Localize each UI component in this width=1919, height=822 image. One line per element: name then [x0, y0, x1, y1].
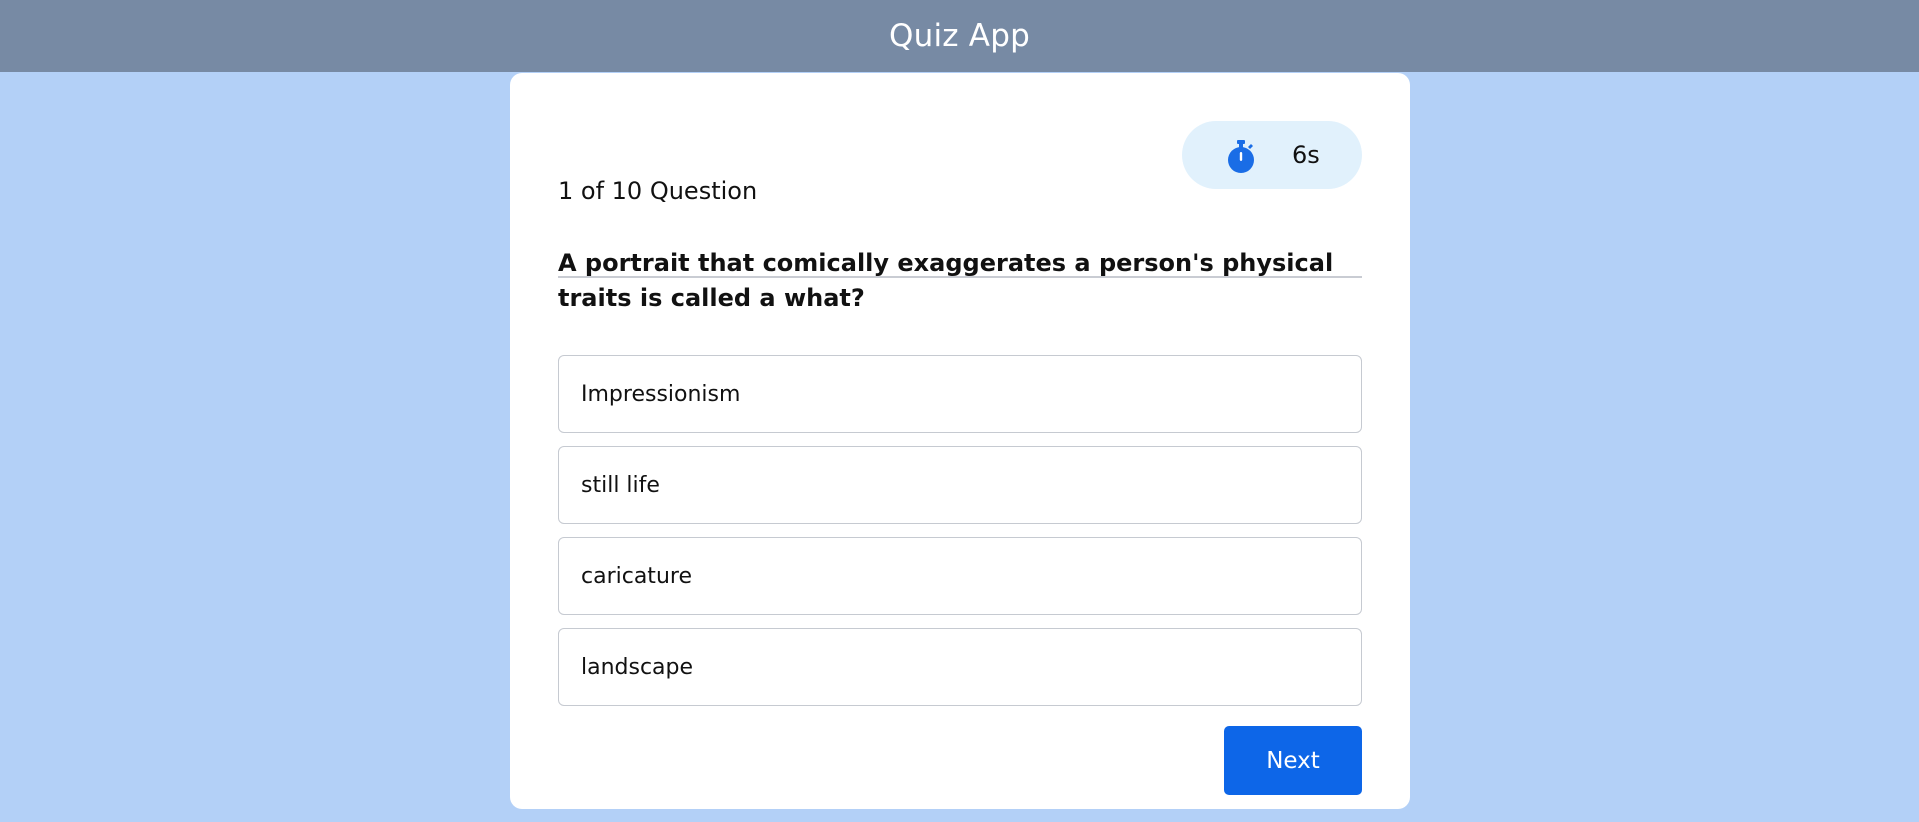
stopwatch-icon	[1228, 140, 1254, 173]
answer-option-still-life[interactable]: still life	[558, 446, 1362, 524]
app-header: Quiz App	[0, 0, 1919, 72]
question-counter: 1 of 10 Question	[558, 177, 758, 205]
next-button[interactable]: Next	[1224, 726, 1362, 795]
answer-option-label: caricature	[581, 563, 692, 589]
quiz-card: 1 of 10 Question 6s A portrait that comi…	[510, 73, 1410, 809]
timer: 6s	[1182, 121, 1362, 189]
answer-option-label: Impressionism	[581, 381, 741, 407]
answer-option-landscape[interactable]: landscape	[558, 628, 1362, 706]
answer-option-impressionism[interactable]: Impressionism	[558, 355, 1362, 433]
answer-options: Impressionism still life caricature land…	[558, 355, 1362, 719]
question-text: A portrait that comically exaggerates a …	[558, 249, 1334, 312]
timer-value: 6s	[1292, 141, 1320, 169]
answer-option-label: still life	[581, 472, 660, 498]
answer-option-caricature[interactable]: caricature	[558, 537, 1362, 615]
answer-option-label: landscape	[581, 654, 694, 680]
app-title: Quiz App	[889, 18, 1030, 54]
